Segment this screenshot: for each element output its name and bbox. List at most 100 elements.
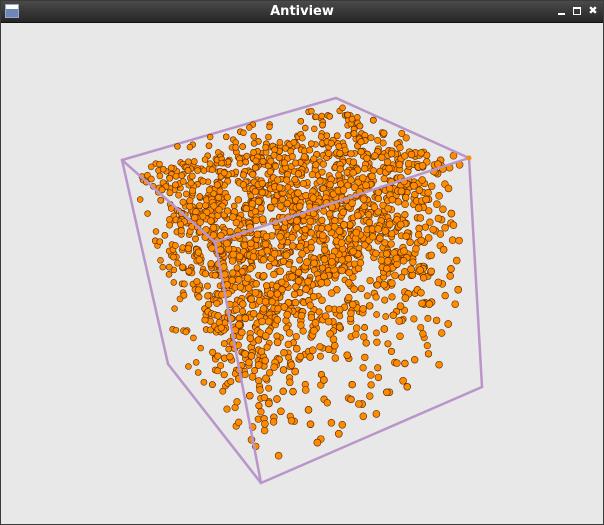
particle bbox=[320, 207, 328, 215]
particle bbox=[252, 216, 260, 225]
particle bbox=[308, 171, 316, 179]
particle bbox=[214, 312, 222, 320]
particle bbox=[248, 301, 257, 310]
particle bbox=[290, 290, 299, 299]
3d-viewport[interactable] bbox=[3, 24, 601, 522]
particle bbox=[374, 225, 382, 233]
particle bbox=[320, 376, 328, 384]
particle bbox=[313, 438, 322, 447]
particle bbox=[410, 315, 418, 323]
particle bbox=[359, 174, 367, 182]
particle bbox=[280, 303, 289, 311]
particle bbox=[452, 256, 461, 265]
particle bbox=[194, 369, 202, 376]
minimize-icon bbox=[558, 13, 565, 15]
particle bbox=[343, 351, 351, 359]
particle bbox=[436, 230, 445, 238]
particle bbox=[396, 220, 405, 229]
particle bbox=[187, 179, 195, 187]
particle bbox=[279, 387, 287, 395]
close-button[interactable]: ✖ bbox=[586, 4, 600, 18]
particle bbox=[297, 311, 306, 320]
particle-scene[interactable] bbox=[3, 24, 601, 522]
particle bbox=[388, 279, 396, 287]
particle bbox=[229, 269, 237, 277]
particle bbox=[354, 211, 362, 220]
particle bbox=[424, 189, 432, 197]
particle bbox=[257, 204, 265, 212]
particle bbox=[321, 246, 329, 254]
particle bbox=[385, 164, 393, 173]
particle bbox=[439, 245, 448, 254]
particle bbox=[208, 166, 216, 174]
particle bbox=[399, 257, 408, 265]
particle bbox=[297, 321, 305, 329]
particle bbox=[369, 233, 377, 241]
minimize-button[interactable] bbox=[555, 4, 569, 18]
particle bbox=[439, 205, 447, 213]
particle bbox=[370, 203, 379, 211]
particle bbox=[304, 277, 312, 286]
particle bbox=[397, 187, 406, 196]
particle bbox=[391, 271, 399, 280]
particle bbox=[273, 316, 282, 324]
particle bbox=[347, 309, 355, 317]
particle bbox=[447, 265, 455, 273]
particle bbox=[156, 160, 163, 168]
title-bar[interactable]: Antiview ✖ bbox=[1, 1, 603, 23]
particle bbox=[204, 282, 211, 290]
particle bbox=[306, 146, 314, 154]
particle bbox=[248, 373, 257, 381]
particle bbox=[424, 234, 433, 242]
particle bbox=[318, 225, 326, 232]
particle bbox=[352, 228, 361, 237]
particle bbox=[344, 255, 353, 263]
particle bbox=[374, 373, 383, 382]
particle bbox=[260, 426, 269, 435]
particle bbox=[374, 188, 382, 197]
particle bbox=[159, 263, 166, 271]
particle bbox=[258, 215, 267, 223]
particle bbox=[206, 160, 214, 168]
particle bbox=[276, 184, 284, 192]
particle bbox=[372, 249, 380, 258]
particle bbox=[255, 402, 263, 410]
particle bbox=[357, 148, 365, 156]
particle bbox=[274, 451, 283, 460]
particle bbox=[349, 158, 358, 166]
particle bbox=[159, 165, 167, 173]
particle bbox=[349, 247, 357, 256]
particle bbox=[329, 335, 338, 344]
particle bbox=[196, 193, 204, 200]
particle bbox=[180, 291, 188, 299]
particle bbox=[319, 160, 327, 168]
particle bbox=[319, 121, 326, 129]
particle bbox=[365, 211, 373, 219]
particle bbox=[357, 138, 365, 146]
particle bbox=[382, 250, 391, 258]
particle bbox=[316, 343, 324, 351]
particle bbox=[339, 208, 347, 217]
box-edge bbox=[259, 385, 484, 485]
particle bbox=[294, 170, 302, 178]
particle bbox=[205, 300, 213, 308]
particle bbox=[240, 171, 247, 179]
particle bbox=[241, 371, 249, 379]
particle bbox=[205, 142, 213, 149]
particle bbox=[320, 255, 329, 264]
particle bbox=[236, 283, 245, 291]
maximize-icon bbox=[573, 7, 581, 15]
particle bbox=[360, 203, 368, 211]
particle bbox=[222, 133, 230, 141]
particle bbox=[335, 227, 344, 235]
particle bbox=[284, 340, 293, 349]
particle bbox=[363, 292, 371, 300]
particle bbox=[261, 297, 270, 306]
particle bbox=[311, 319, 320, 327]
particle bbox=[277, 407, 285, 416]
particle bbox=[233, 398, 241, 406]
maximize-button[interactable] bbox=[570, 4, 584, 18]
particle bbox=[197, 344, 204, 352]
particle bbox=[235, 320, 243, 329]
particle bbox=[184, 244, 192, 253]
